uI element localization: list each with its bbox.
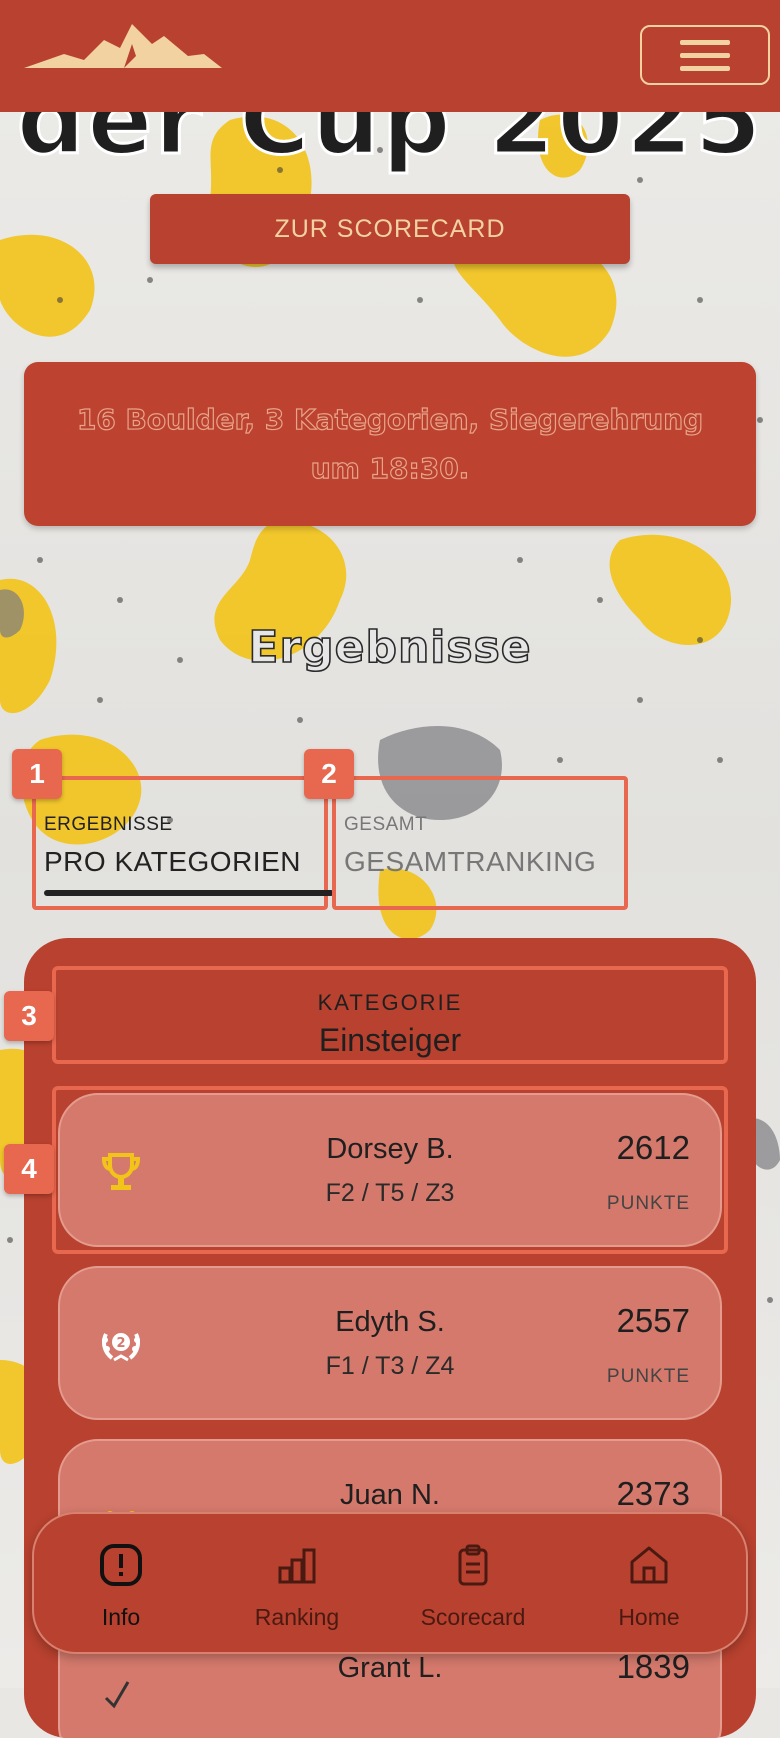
nav-label: Scorecard (420, 1604, 526, 1630)
nav-item-home[interactable]: Home (564, 1514, 734, 1656)
category-selector[interactable]: KATEGORIE Einsteiger (52, 966, 728, 1064)
points-label: PUNKTE (606, 1193, 690, 1214)
nav-label: Ranking (254, 1604, 340, 1630)
tab-subtitle: ERGEBNISSE (44, 814, 173, 835)
scorecard-button[interactable]: ZUR SCORECARD (150, 194, 630, 264)
category-value: Einsteiger (318, 1022, 462, 1058)
results-heading: Ergebnisse (248, 621, 532, 674)
bottom-navigation: Info Ranking Scorecard Home (32, 1512, 748, 1654)
nav-item-info[interactable]: Info (36, 1514, 206, 1656)
category-label: KATEGORIE (317, 990, 463, 1015)
hamburger-menu-button[interactable] (640, 25, 770, 85)
tab-per-category[interactable]: ERGEBNISSE PRO KATEGORIEN (32, 776, 334, 910)
annotation-badge-2: 2 (304, 749, 354, 799)
tab-label: GESAMTRANKING (344, 846, 597, 877)
nav-label: Info (101, 1604, 141, 1630)
nav-item-scorecard[interactable]: Scorecard (388, 1514, 558, 1656)
top-navigation-bar (0, 0, 780, 112)
annotation-badge-3: 3 (4, 991, 54, 1041)
menu-bar-icon (680, 39, 730, 45)
info-icon (96, 1540, 146, 1590)
annotation-badge-1: 1 (12, 749, 62, 799)
menu-bar-icon (680, 52, 730, 58)
event-info-box: 16 Boulder, 3 Kategorien, Siegerehrung u… (24, 362, 756, 526)
participant-points: 2373 (616, 1475, 690, 1512)
event-info-text: 16 Boulder, 3 Kategorien, Siegerehrung u… (76, 402, 704, 485)
nav-item-ranking[interactable]: Ranking (212, 1514, 382, 1656)
points-label: PUNKTE (606, 1366, 690, 1387)
tab-overall-ranking[interactable]: GESAMT GESAMTRANKING (332, 776, 628, 910)
participant-points: 2557 (616, 1302, 690, 1339)
ranking-entry[interactable]: 2 Edyth S. F1 / T3 / Z4 2557 PUNKTE (58, 1266, 722, 1420)
active-tab-indicator (44, 890, 334, 896)
tab-subtitle: GESAMT (344, 814, 428, 835)
home-icon (624, 1540, 674, 1590)
menu-bar-icon (680, 65, 730, 71)
nav-label: Home (618, 1604, 680, 1630)
participant-points: 2612 (616, 1129, 690, 1166)
ranking-entry[interactable]: Dorsey B. F2 / T5 / Z3 2612 PUNKTE (58, 1093, 722, 1247)
mountain-logo-icon[interactable] (24, 24, 224, 75)
clipboard-icon (448, 1540, 498, 1590)
ranking-icon (272, 1540, 322, 1590)
tab-label: PRO KATEGORIEN (44, 846, 301, 877)
annotation-badge-4: 4 (4, 1144, 54, 1194)
